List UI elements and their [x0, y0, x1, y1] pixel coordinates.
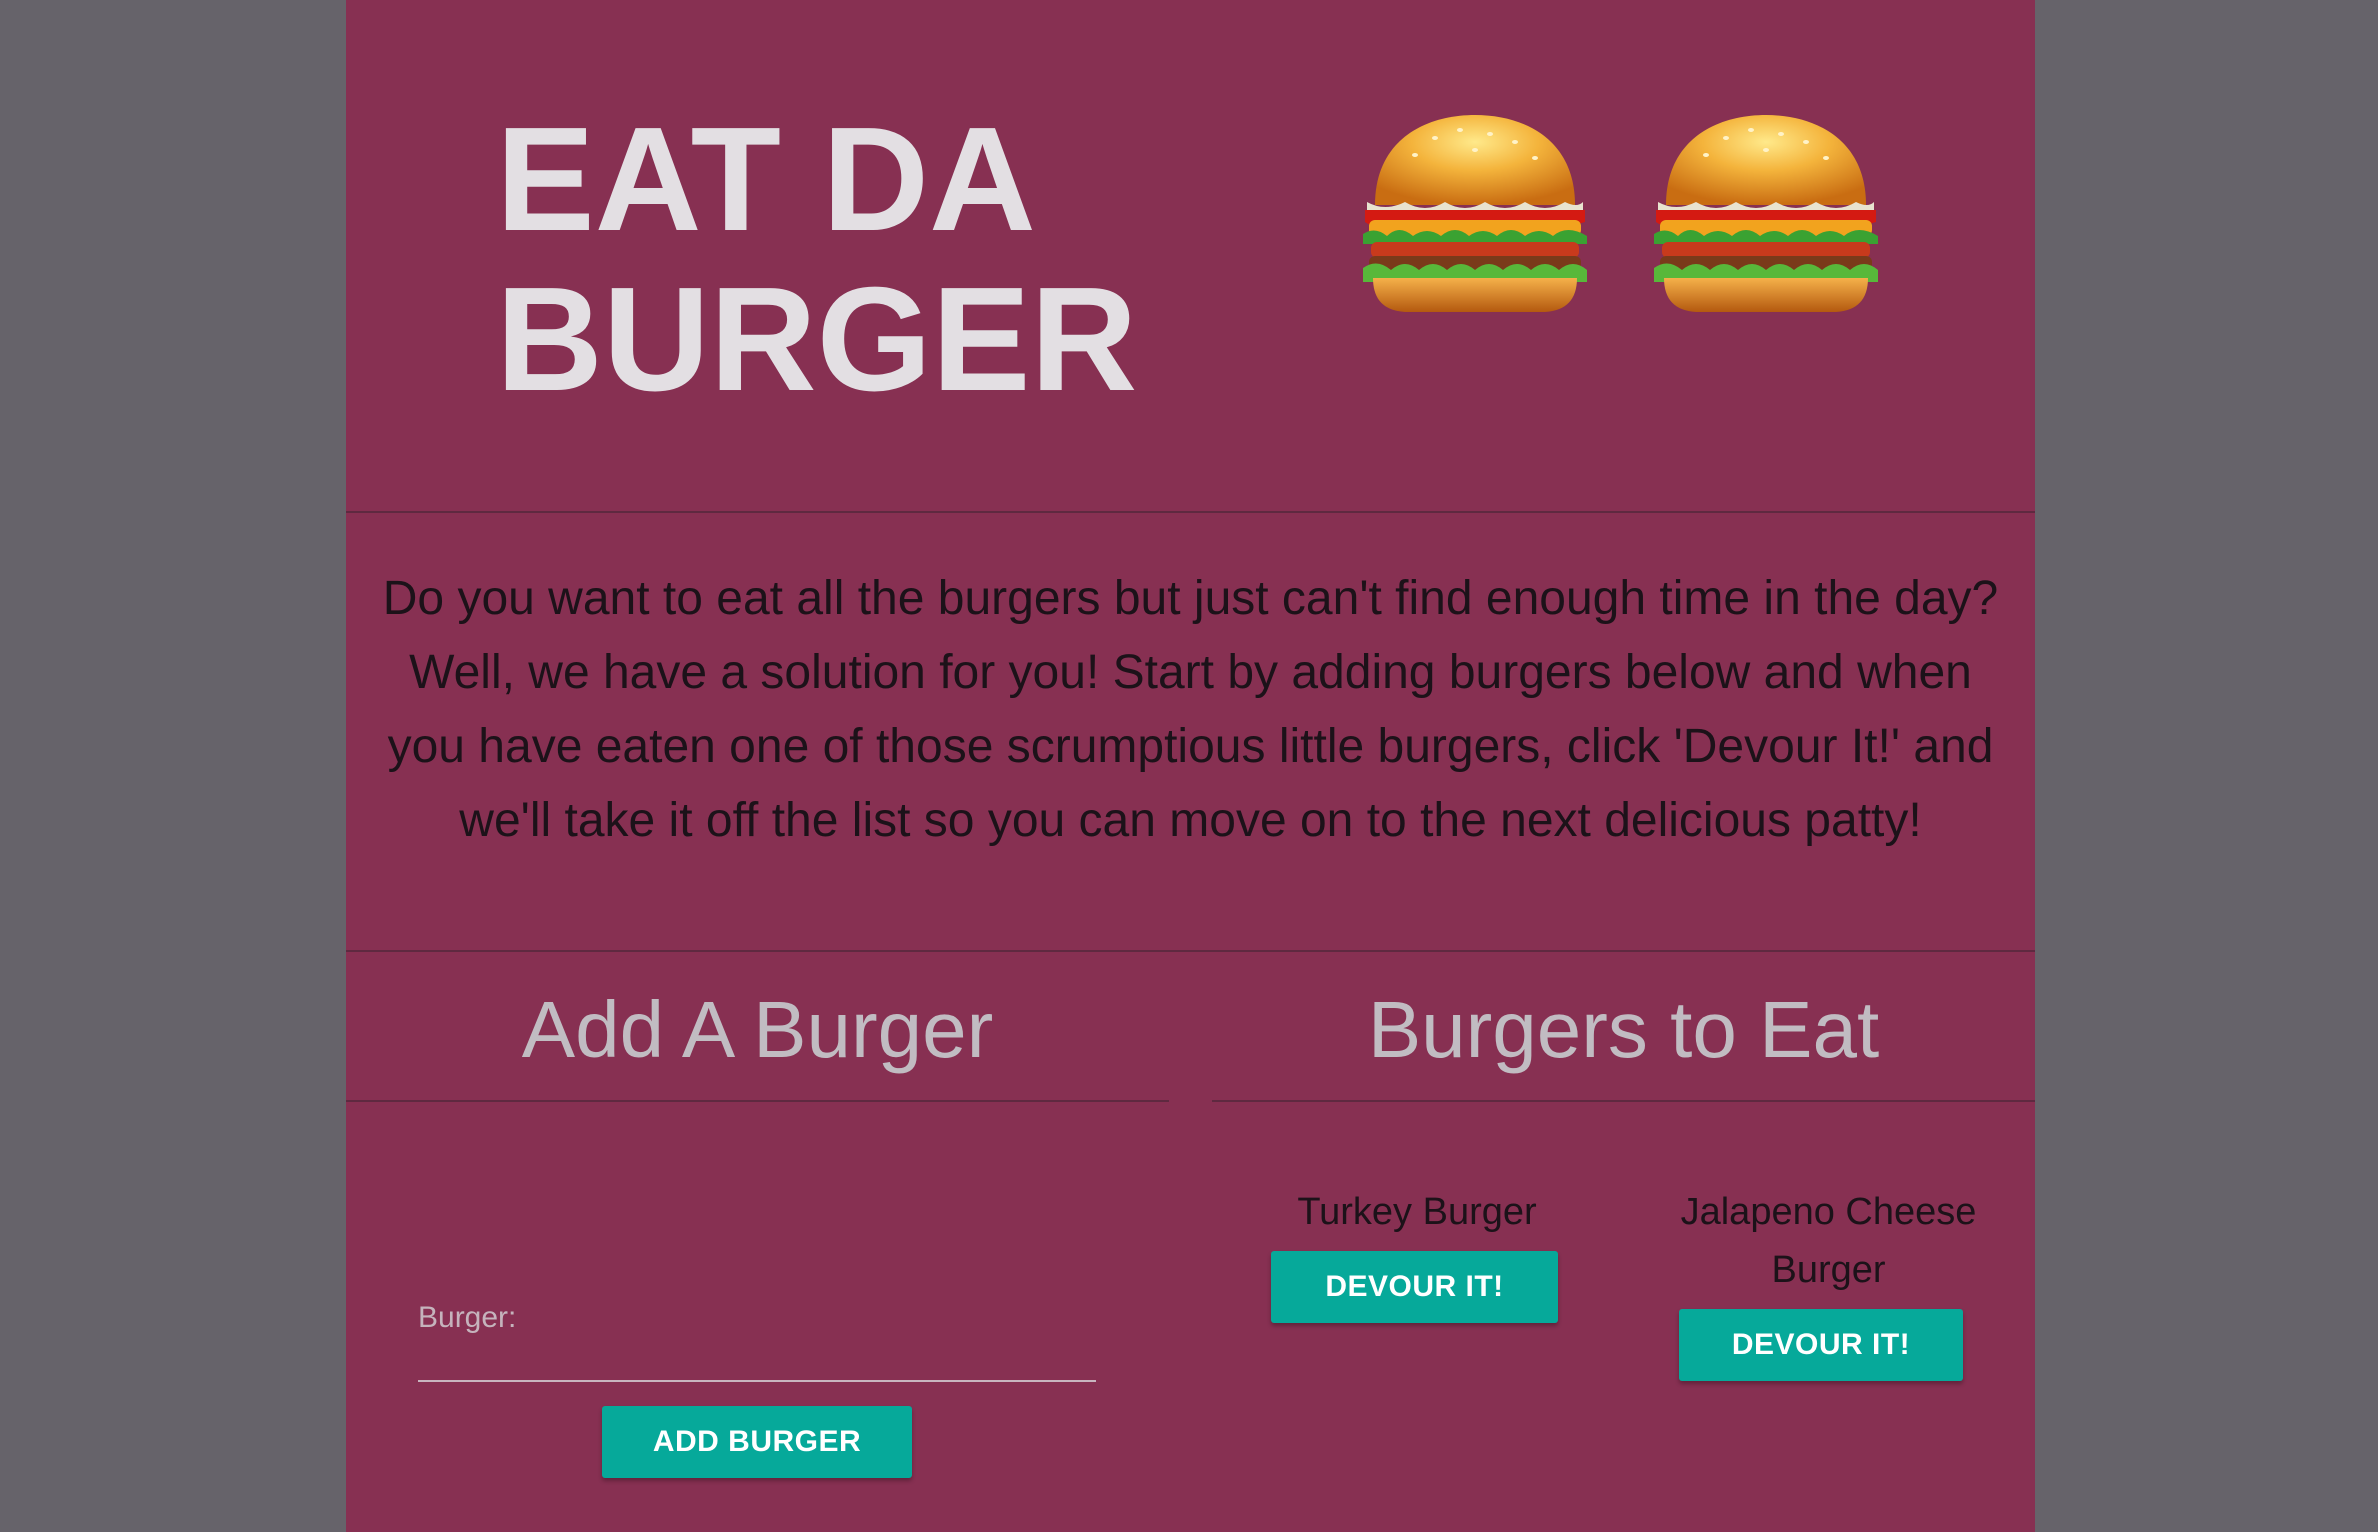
devour-button[interactable]: DEVOUR IT!: [1271, 1251, 1558, 1323]
page-panel: EAT DA BURGER Do you want to eat all the…: [346, 0, 2035, 1532]
list-item: Jalapeno Cheese Burger DEVOUR IT!: [1622, 1183, 2035, 1381]
intro-divider: [346, 950, 2035, 952]
add-burger-heading: Add A Burger: [521, 985, 994, 1074]
header-divider: [346, 511, 2035, 513]
intro-line: Do you want to eat all the burgers but j…: [382, 572, 1999, 625]
burger-name-line: Turkey Burger: [1297, 1191, 1537, 1233]
intro-line: Well, we have a solution for you! Start …: [409, 646, 1972, 699]
page-title: EAT DA BURGER: [496, 97, 1138, 422]
intro-text: Do you want to eat all the burgers but j…: [346, 562, 2035, 858]
title-line: EAT DA: [496, 97, 1036, 262]
hamburger-icon: [1355, 110, 1595, 316]
title-line: BURGER: [496, 257, 1138, 422]
burger-field-label: Burger:: [418, 1301, 517, 1334]
burger-name-line: Jalapeno Cheese: [1680, 1191, 1977, 1233]
intro-line: you have eaten one of those scrumptious …: [387, 720, 1994, 773]
eat-heading-divider: [1212, 1100, 2035, 1102]
hamburger-icon: [1646, 110, 1886, 316]
burger-name: Turkey Burger: [1212, 1183, 1622, 1241]
list-item: Turkey Burger DEVOUR IT!: [1212, 1183, 1622, 1323]
burgers-to-eat-heading: Burgers to Eat: [1367, 985, 1880, 1074]
intro-line: we'll take it off the list so you can mo…: [459, 794, 1922, 847]
devour-button[interactable]: DEVOUR IT!: [1679, 1309, 1963, 1381]
add-heading-divider: [346, 1100, 1169, 1102]
burger-name-line: Burger: [1771, 1249, 1886, 1291]
burger-name-input[interactable]: [418, 1338, 1096, 1382]
add-burger-button[interactable]: ADD BURGER: [602, 1406, 912, 1478]
burger-name: Jalapeno Cheese Burger: [1622, 1183, 2035, 1299]
